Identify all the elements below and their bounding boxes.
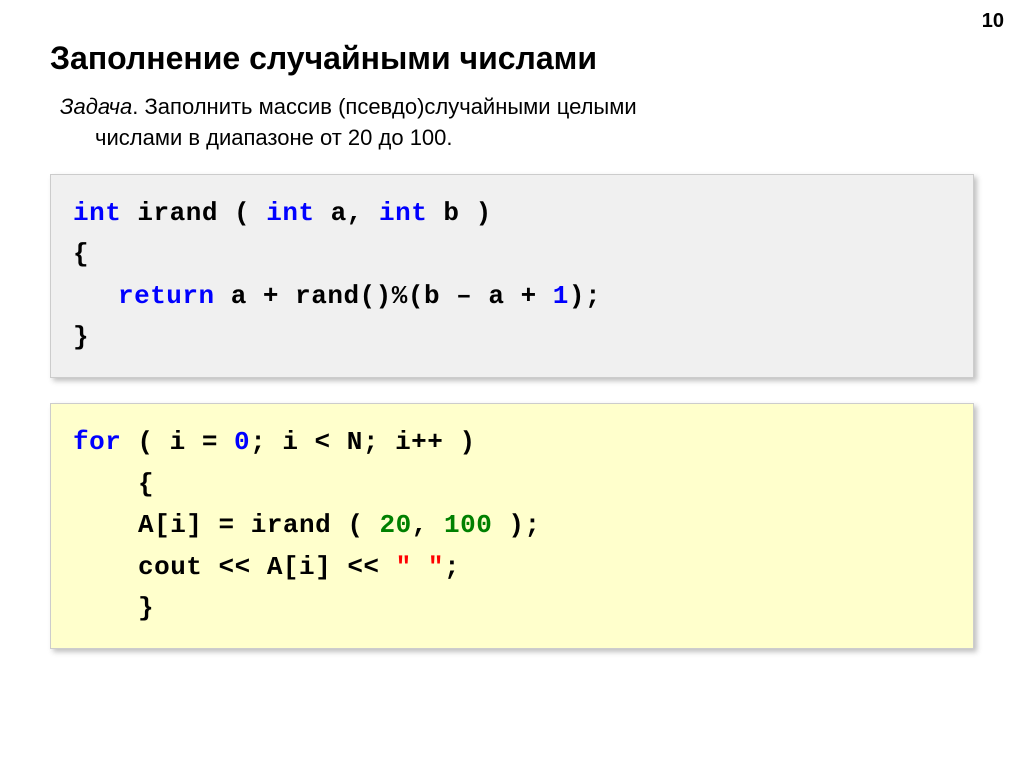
- code-block-function: int irand ( int a, int b ) { return a + …: [50, 174, 974, 378]
- code-text: ; i < N; i++ ): [250, 427, 475, 457]
- code-number: 20: [380, 510, 412, 540]
- code-string: " ": [396, 552, 444, 582]
- code-text: );: [492, 510, 540, 540]
- keyword-return: return: [118, 281, 215, 311]
- keyword-int: int: [379, 198, 427, 228]
- code-brace-close: }: [73, 317, 951, 359]
- code-number: 0: [234, 427, 250, 457]
- code-text: cout << A[i] <<: [138, 552, 396, 582]
- code-brace-close: }: [138, 588, 951, 630]
- code-number: 1: [553, 281, 569, 311]
- page-title: Заполнение случайными числами: [50, 40, 974, 77]
- keyword-int: int: [73, 198, 121, 228]
- code-block-loop: for ( i = 0; i < N; i++ ) { A[i] = irand…: [50, 403, 974, 649]
- code-text: A[i] = irand (: [138, 510, 380, 540]
- task-label: Задача: [60, 94, 132, 119]
- code-text: ,: [412, 510, 444, 540]
- code-text: b ): [427, 198, 491, 228]
- code-text: );: [569, 281, 601, 311]
- code-text: a + rand()%(b – a +: [215, 281, 553, 311]
- task-text-2: числами в диапазоне от 20 до 100.: [95, 123, 974, 154]
- code-number: 100: [444, 510, 492, 540]
- task-text-1: . Заполнить массив (псевдо)случайными це…: [132, 94, 636, 119]
- code-text: ( i =: [121, 427, 234, 457]
- code-text: irand (: [121, 198, 266, 228]
- keyword-int: int: [266, 198, 314, 228]
- page-number: 10: [982, 10, 1004, 33]
- keyword-for: for: [73, 427, 121, 457]
- code-brace-open: {: [138, 464, 951, 506]
- code-text: ;: [444, 552, 460, 582]
- task-description: Задача. Заполнить массив (псевдо)случайн…: [50, 92, 974, 154]
- code-brace-open: {: [73, 234, 951, 276]
- slide-content: Заполнение случайными числами Задача. За…: [0, 0, 1024, 649]
- code-text: a,: [315, 198, 379, 228]
